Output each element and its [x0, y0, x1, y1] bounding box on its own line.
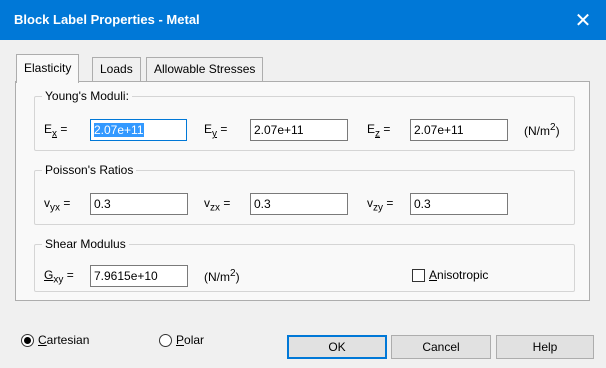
anisotropic-label[interactable]: Anisotropic	[429, 268, 488, 282]
vzy-input[interactable]: 0.3	[410, 193, 508, 215]
youngs-units: (N/m2)	[524, 122, 560, 138]
title-bar: Block Label Properties - Metal ✕	[0, 0, 606, 40]
vzy-label: vzy =	[367, 196, 394, 214]
tab-elasticity[interactable]: Elasticity	[16, 54, 80, 83]
polar-label[interactable]: Polar	[176, 333, 204, 347]
vyx-input[interactable]: 0.3	[90, 193, 188, 215]
anisotropic-checkbox[interactable]	[412, 269, 425, 282]
cartesian-label[interactable]: Cartesian	[38, 333, 89, 347]
cartesian-radio[interactable]	[21, 334, 34, 347]
ex-input[interactable]: 2.07e+11	[90, 119, 187, 141]
help-button[interactable]: Help	[496, 335, 594, 359]
shear-modulus-legend: Shear Modulus	[45, 237, 126, 251]
tab-loads[interactable]: Loads	[92, 57, 141, 81]
close-icon[interactable]: ✕	[560, 0, 606, 40]
shear-units: (N/m2)	[204, 268, 240, 284]
gxy-input[interactable]: 7.9615e+10	[90, 265, 188, 287]
polar-radio[interactable]	[159, 334, 172, 347]
ey-label: Ey =	[204, 122, 228, 140]
youngs-moduli-legend: Young's Moduli:	[45, 89, 129, 103]
elasticity-panel: Young's Moduli: Ex = 2.07e+11 Ey = 2.07e…	[15, 81, 590, 301]
window-title: Block Label Properties - Metal	[14, 12, 200, 27]
vyx-label: vyx =	[44, 196, 71, 214]
gxy-label: Gxy =	[44, 268, 74, 286]
vzx-input[interactable]: 0.3	[250, 193, 348, 215]
ez-input[interactable]: 2.07e+11	[410, 119, 508, 141]
vzx-label: vzx =	[204, 196, 231, 214]
ez-label: Ez =	[367, 122, 391, 140]
ey-input[interactable]: 2.07e+11	[250, 119, 348, 141]
ok-button[interactable]: OK	[287, 335, 387, 359]
tab-allowable-stresses[interactable]: Allowable Stresses	[146, 57, 264, 81]
cancel-button[interactable]: Cancel	[391, 335, 491, 359]
ex-label: Ex =	[44, 122, 68, 140]
poissons-ratios-legend: Poisson's Ratios	[45, 163, 134, 177]
